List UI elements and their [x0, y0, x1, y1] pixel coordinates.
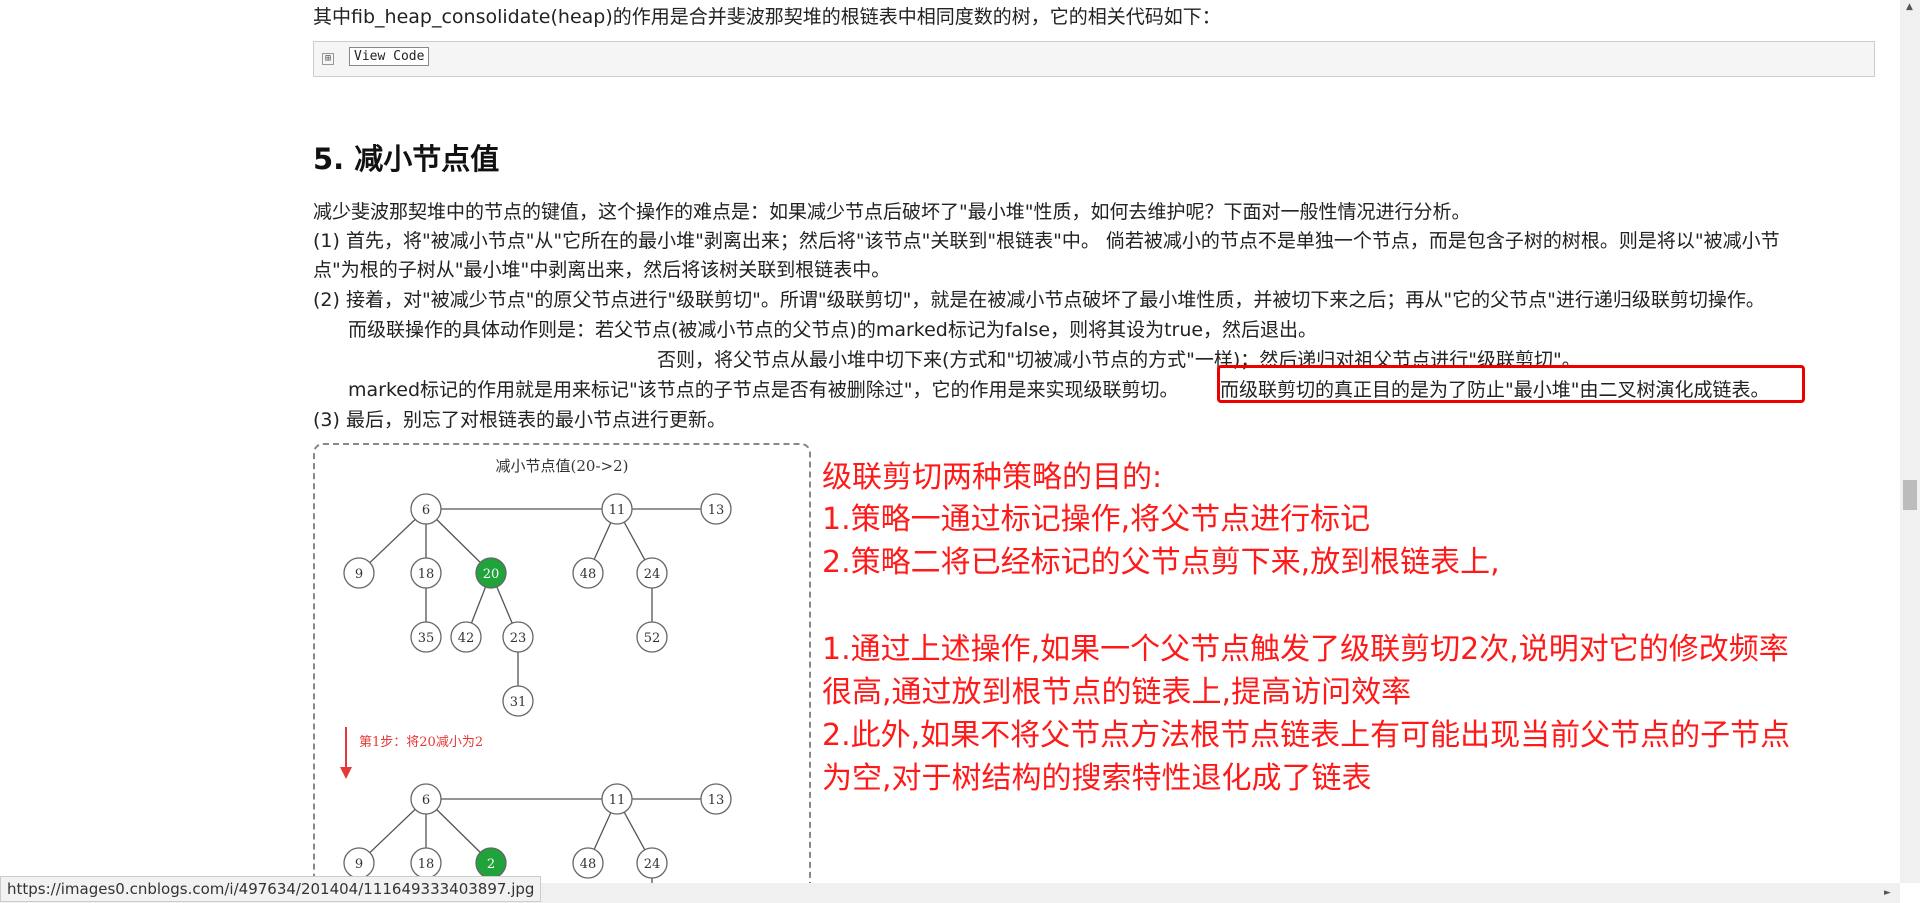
tree1-node-13: 13 [700, 493, 732, 525]
tree1-node-20: 20 [475, 557, 507, 589]
tree2-node-11: 11 [601, 783, 633, 815]
svg-text:52: 52 [644, 631, 661, 646]
tree-diagram: 6 11 13 9 18 20 48 24 35 42 23 52 31 6 11 13 9 18 2 48 24 [340, 493, 732, 883]
step-label: 第1步：将20减小为2 [359, 735, 484, 750]
annotation-line: 1.策略一通过标记操作,将父节点进行标记 [822, 502, 1371, 537]
scrollbar-thumb[interactable] [1903, 480, 1917, 510]
tree2-node-9: 9 [343, 847, 375, 879]
svg-text:18: 18 [418, 567, 435, 582]
step-arrow [340, 727, 352, 779]
svg-text:20: 20 [483, 567, 500, 582]
svg-text:24: 24 [644, 567, 661, 582]
tree1-node-48: 48 [572, 557, 604, 589]
status-bar-url: https://images0.cnblogs.com/i/497634/201… [0, 876, 542, 902]
intro-text: 其中fib_heap_consolidate(heap)的作用是合并斐波那契堆的… [313, 6, 1221, 28]
blog-article: 其中fib_heap_consolidate(heap)的作用是合并斐波那契堆的… [0, 0, 1900, 883]
paragraph: 点"为根的子树从"最小堆"中剥离出来，然后将该树关联到根链表中。 [313, 259, 891, 281]
annotation-line: 很高,通过放到根节点的链表上,提高访问效率 [822, 675, 1412, 710]
svg-text:6: 6 [422, 503, 430, 518]
svg-text:18: 18 [418, 857, 435, 872]
tree1-node-42: 42 [450, 621, 482, 653]
svg-text:11: 11 [609, 503, 626, 518]
tree1-node-24: 24 [636, 557, 668, 589]
tree1-node-23: 23 [502, 621, 534, 653]
svg-text:42: 42 [458, 631, 475, 646]
annotation-line: 1.通过上述操作,如果一个父节点触发了级联剪切2次,说明对它的修改频率 [822, 632, 1789, 667]
paragraph: (1) 首先，将"被减小节点"从"它所在的最小堆"剥离出来；然后将"该节点"关联… [313, 230, 1780, 252]
tree1-node-6: 6 [410, 493, 442, 525]
svg-text:6: 6 [422, 793, 430, 808]
annotation-line: 级联剪切两种策略的目的: [822, 460, 1163, 495]
svg-text:13: 13 [708, 503, 725, 518]
tree2-node-6: 6 [410, 783, 442, 815]
tree2-node-48: 48 [572, 847, 604, 879]
scroll-up-icon[interactable]: ▲ [1906, 2, 1913, 12]
tree2-node-13: 13 [700, 783, 732, 815]
code-block: ⊞ View Code [313, 41, 1875, 77]
svg-text:48: 48 [580, 567, 597, 582]
section-title: 5. 减小节点值 [313, 142, 500, 176]
svg-text:13: 13 [708, 793, 725, 808]
svg-text:9: 9 [355, 857, 363, 872]
svg-text:2: 2 [487, 857, 495, 872]
paragraph: 而级联操作的具体动作则是：若父节点(被减小节点的父节点)的marked标记为fa… [348, 319, 1318, 341]
svg-text:23: 23 [510, 631, 527, 646]
scroll-right-icon[interactable]: ► [1884, 888, 1891, 898]
annotation-line: 为空,对于树结构的搜索特性退化成了链表 [822, 761, 1372, 796]
view-code-button[interactable]: View Code [349, 47, 430, 66]
svg-text:35: 35 [418, 631, 435, 646]
svg-text:31: 31 [510, 695, 527, 710]
expand-icon[interactable]: ⊞ [322, 53, 334, 65]
annotation-line: 2.此外,如果不将父节点方法根节点链表上有可能出现当前父节点的子节点 [822, 718, 1791, 753]
decrease-key-figure[interactable]: 减小节点值(20->2) 6 11 13 9 18 20 48 24 35 42… [313, 443, 811, 883]
tree2-node-2: 2 [475, 847, 507, 879]
paragraph: (3) 最后，别忘了对根链表的最小节点进行更新。 [313, 409, 726, 431]
svg-text:9: 9 [355, 567, 363, 582]
tree2-node-18: 18 [410, 847, 442, 879]
tree1-edges [358, 508, 716, 701]
annotation-line: 2.策略二将已经标记的父节点剪下来,放到根链表上, [822, 545, 1500, 580]
svg-text:11: 11 [609, 793, 626, 808]
svg-text:48: 48 [580, 857, 597, 872]
vertical-scrollbar[interactable]: ▲ [1900, 0, 1920, 883]
tree1-node-18: 18 [410, 557, 442, 589]
tree1-node-35: 35 [410, 621, 442, 653]
paragraph: (2) 接着，对"被减少节点"的原父节点进行"级联剪切"。所谓"级联剪切"，就是… [313, 289, 1765, 311]
tree2-node-24: 24 [636, 847, 668, 879]
highlight-box [1217, 365, 1805, 403]
paragraph: marked标记的作用就是用来标记"该节点的子节点是否有被删除过"，它的作用是来… [348, 379, 1179, 401]
tree1-node-11: 11 [601, 493, 633, 525]
tree1-node-9: 9 [343, 557, 375, 589]
paragraph: 减少斐波那契堆中的节点的键值，这个操作的难点是：如果减少节点后破坏了"最小堆"性… [313, 201, 1471, 223]
svg-text:24: 24 [644, 857, 661, 872]
tree1-node-31: 31 [502, 685, 534, 717]
tree1-node-52: 52 [636, 621, 668, 653]
